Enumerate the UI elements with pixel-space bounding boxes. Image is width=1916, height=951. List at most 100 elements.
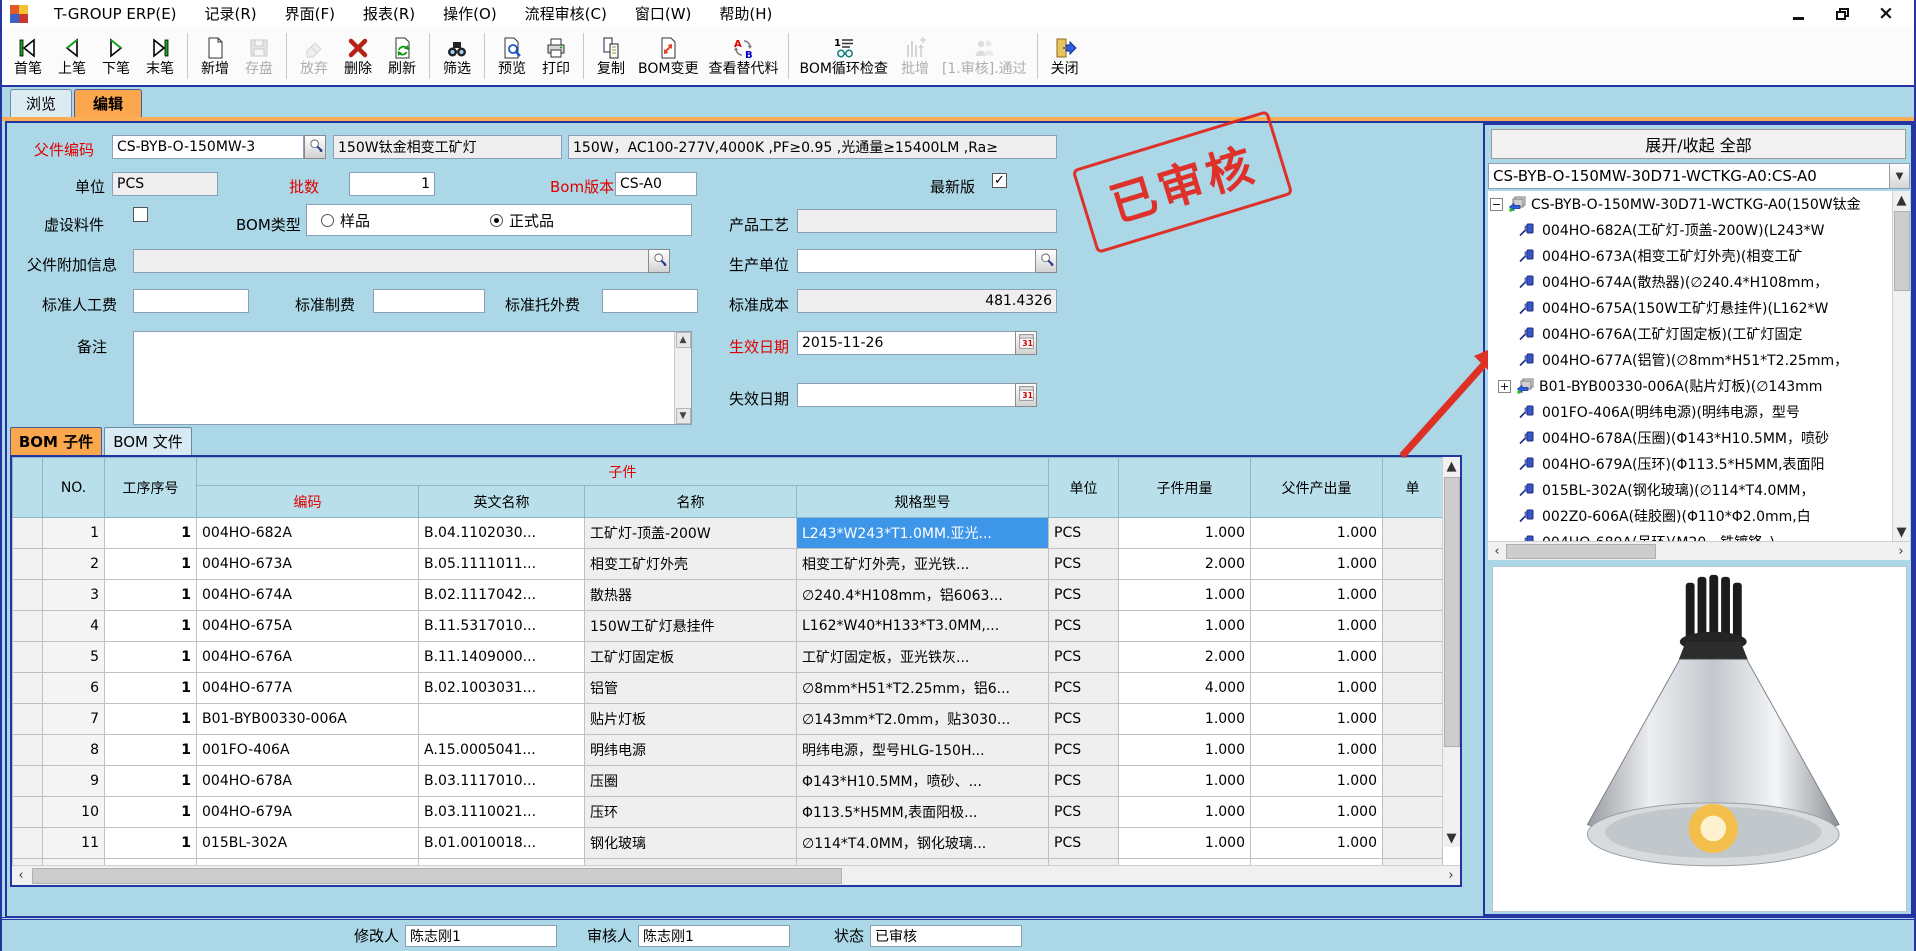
table-cell[interactable]: B.11.1409000... [419,642,585,673]
table-cell[interactable]: ∅143mm*T2.0mm，贴3030... [797,704,1049,735]
table-cell[interactable]: 1.000 [1119,828,1251,859]
tree-item[interactable]: 004HO-678A(压圈)(Φ143*H10.5MM，喷砂 [1488,425,1892,451]
table-cell[interactable]: 10 [43,797,105,828]
bom-version-combobox[interactable]: CS-BYB-O-150MW-30D71-WCTKG-A0:CS-A0 ▼ [1488,163,1910,189]
tree-item[interactable]: 004HO-677A(铝管)(∅8mm*H51*T2.25mm， [1488,347,1892,373]
table-cell[interactable]: L162*W40*H133*T3.0MM,... [797,611,1049,642]
tree-item[interactable]: 002Z0-606A(硅胶圈)(Φ110*Φ2.0mm,白 [1488,503,1892,529]
table-cell[interactable]: PCS [1049,797,1119,828]
tree-vertical-scrollbar[interactable]: ▲ ▼ [1892,191,1910,541]
table-cell[interactable]: 1.000 [1251,611,1383,642]
table-cell[interactable]: PCS [1049,828,1119,859]
tab-edit[interactable]: 编辑 [74,89,142,117]
scrollbar-thumb[interactable] [1894,211,1910,291]
table-cell[interactable]: 贴片灯板 [585,704,797,735]
chevron-down-icon[interactable]: ▼ [1889,164,1909,188]
table-cell[interactable]: B.03.1117010... [419,766,585,797]
table-cell[interactable] [13,704,43,735]
latest-checkbox[interactable]: ✓ [992,173,1007,188]
tree-item[interactable]: +B01-BYB00330-006A(贴片灯板)(∅143mm [1488,373,1892,399]
batch-field[interactable]: 1 [349,172,435,196]
toolbar-button-substitute[interactable]: AB查看替代料 [703,28,783,84]
toolbar-button-delete-x[interactable]: 删除 [336,28,380,84]
table-cell[interactable] [1383,642,1443,673]
table-cell[interactable]: 相变工矿灯外壳，亚光铁... [797,549,1049,580]
table-cell[interactable]: 4 [43,611,105,642]
table-cell[interactable]: 1.000 [1119,735,1251,766]
table-cell[interactable]: 015BL-302A [197,828,419,859]
table-cell[interactable]: 1.000 [1251,828,1383,859]
table-cell[interactable]: 工矿灯固定板 [585,642,797,673]
table-cell[interactable]: L243*W243*T1.0MM.亚光... [797,518,1049,549]
tree-item[interactable]: 004HO-676A(工矿灯固定板)(工矿灯固定 [1488,321,1892,347]
tab-bom-files[interactable]: BOM 文件 [104,427,192,455]
table-cell[interactable]: 004HO-675A [197,611,419,642]
parent-code-field[interactable]: CS-BYB-O-150MW-3 [112,135,304,159]
table-cell[interactable]: 明纬电源 [585,735,797,766]
menu-item-0[interactable]: T-GROUP ERP(E) [40,0,191,27]
menu-item-4[interactable]: 操作(O) [429,0,511,27]
table-cell[interactable] [13,549,43,580]
table-horizontal-scrollbar[interactable]: ‹ › [12,865,1460,885]
table-cell[interactable]: B.11.5317010... [419,611,585,642]
tree-item[interactable]: 004HO-679A(压环)(Φ113.5*H5MM,表面阳 [1488,451,1892,477]
table-cell[interactable]: 3 [43,580,105,611]
std-outsource-field[interactable] [602,289,698,313]
table-cell[interactable]: PCS [1049,673,1119,704]
table-cell[interactable]: 1 [105,797,197,828]
table-cell[interactable] [13,828,43,859]
table-cell[interactable] [1383,704,1443,735]
table-cell[interactable]: 004HO-676A [197,642,419,673]
menu-item-7[interactable]: 帮助(H) [705,0,786,27]
table-cell[interactable]: A.15.0005041... [419,735,585,766]
scroll-down-icon[interactable]: ▼ [676,408,691,424]
radio-sample[interactable]: 样品 [321,210,370,231]
table-cell[interactable] [1383,673,1443,704]
minimize-button[interactable] [1788,5,1808,23]
table-cell[interactable]: 004HO-673A [197,549,419,580]
tab-bom-children[interactable]: BOM 子件 [10,427,102,455]
table-cell[interactable] [13,580,43,611]
table-cell[interactable]: 相变工矿灯外壳 [585,549,797,580]
table-cell[interactable]: 2 [43,549,105,580]
remark-textarea[interactable] [133,331,692,425]
table-cell[interactable]: B.03.1110021... [419,797,585,828]
table-cell[interactable]: 1.000 [1119,766,1251,797]
table-cell[interactable]: 9 [43,766,105,797]
tree-item[interactable]: 015BL-302A(钢化玻璃)(∅114*T4.0MM， [1488,477,1892,503]
scroll-up-icon[interactable]: ▲ [1893,191,1911,209]
toolbar-button-nav-prev[interactable]: 上笔 [50,28,94,84]
toolbar-button-refresh[interactable]: 刷新 [380,28,424,84]
tree-horizontal-scrollbar[interactable]: ‹ › [1488,541,1910,560]
table-cell[interactable] [1383,735,1443,766]
table-cell[interactable]: B.01.0010018... [419,828,585,859]
table-cell[interactable]: 001FO-406A [197,735,419,766]
scroll-up-icon[interactable]: ▲ [1443,457,1461,475]
expand-icon[interactable]: + [1498,380,1511,393]
remark-scrollbar[interactable]: ▲ ▼ [674,332,691,424]
table-cell[interactable] [1383,766,1443,797]
scroll-down-icon[interactable]: ▼ [1893,523,1911,541]
table-cell[interactable]: 150W工矿灯悬挂件 [585,611,797,642]
table-cell[interactable]: 1 [105,611,197,642]
std-mfg-field[interactable] [373,289,485,313]
radio-official[interactable]: 正式品 [490,210,554,231]
table-cell[interactable]: ∅240.4*H108mm，铝6063... [797,580,1049,611]
menu-item-1[interactable]: 记录(R) [191,0,271,27]
table-cell[interactable]: 1.000 [1251,704,1383,735]
effective-date-field[interactable]: 2015-11-26 [797,331,1037,355]
table-cell[interactable]: 1 [105,518,197,549]
table-cell[interactable] [13,797,43,828]
table-cell[interactable]: PCS [1049,580,1119,611]
expiry-date-calendar-button[interactable]: 31 [1015,383,1037,407]
toolbar-button-bom-change[interactable]: BOM变更 [633,28,703,84]
table-cell[interactable]: 004HO-679A [197,797,419,828]
table-cell[interactable]: PCS [1049,766,1119,797]
effective-date-calendar-button[interactable]: 31 [1015,331,1037,355]
tree-item[interactable]: 004HO-674A(散热器)(∅240.4*H108mm， [1488,269,1892,295]
scrollbar-thumb[interactable] [1506,544,1656,559]
table-cell[interactable]: 5 [43,642,105,673]
table-cell[interactable] [13,642,43,673]
toolbar-button-close-door[interactable]: 关闭 [1043,28,1087,84]
scrollbar-thumb[interactable] [1444,477,1460,747]
